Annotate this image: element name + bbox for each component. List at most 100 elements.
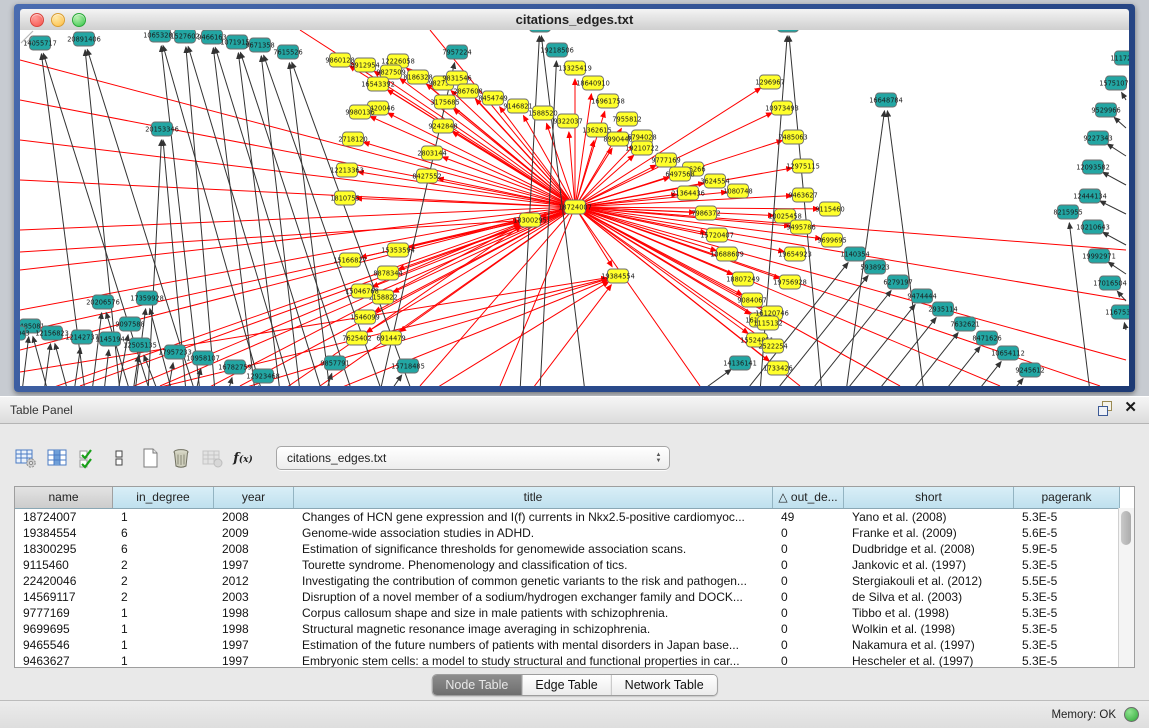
table-mode-icon[interactable] <box>14 446 38 470</box>
graph-node[interactable]: 1810755 <box>330 191 359 205</box>
graph-node[interactable]: 1140354 <box>840 247 869 261</box>
graph-node[interactable]: 12505135 <box>123 338 157 352</box>
graph-node[interactable]: 19218506 <box>540 43 574 57</box>
row-mode-icon[interactable] <box>107 446 131 470</box>
graph-node[interactable]: 17359928 <box>130 291 164 305</box>
table-row[interactable]: 977716911998Corpus callosum shape and si… <box>15 605 1134 621</box>
tab-edge-table[interactable]: Edge Table <box>522 675 611 695</box>
delete-column-icon[interactable] <box>169 446 193 470</box>
graph-node[interactable]: 9474444 <box>907 289 936 303</box>
resize-grip-icon[interactable] <box>20 30 34 44</box>
graph-node[interactable]: 20153346 <box>145 122 179 136</box>
graph-node[interactable]: 3175685 <box>430 95 459 109</box>
table-row[interactable]: 946362711997Embryonic stem cells: a mode… <box>15 653 1134 668</box>
graph-node[interactable]: 9831546 <box>442 71 471 85</box>
column-header-out-de-[interactable]: △ out_de... <box>773 487 844 508</box>
graph-node[interactable]: 16648784 <box>869 93 903 107</box>
table-row[interactable]: 1456911722003Disruption of a novel membe… <box>15 589 1134 605</box>
graph-node[interactable]: 2803144 <box>417 146 446 160</box>
table-row[interactable]: 2242004622012Investigating the contribut… <box>15 573 1134 589</box>
graph-node[interactable]: 1080748 <box>723 184 752 198</box>
table-vertical-scrollbar[interactable] <box>1118 508 1134 667</box>
graph-node[interactable]: 12142737 <box>65 330 99 344</box>
minimize-window-button[interactable] <box>51 13 65 27</box>
graph-node[interactable]: 9242848 <box>428 119 457 133</box>
graph-node[interactable]: 12444134 <box>1073 189 1107 203</box>
graph-node[interactable]: 7485063 <box>778 130 807 144</box>
graph-node[interactable]: 9671358 <box>245 38 274 52</box>
graph-node[interactable]: 14136141 <box>723 356 757 370</box>
graph-node[interactable]: 9463627 <box>788 188 817 202</box>
table-row[interactable]: 1872400712008Changes of HCN gene express… <box>15 509 1134 525</box>
graph-node[interactable]: 2718120 <box>338 132 367 146</box>
new-column-icon[interactable] <box>138 446 162 470</box>
graph-node[interactable]: 1115132 <box>753 316 782 330</box>
graph-node[interactable]: 12093582 <box>1076 160 1110 174</box>
table-select-dropdown[interactable]: citations_edges.txt ▲▼ <box>276 446 670 470</box>
function-builder-icon[interactable]: f(x) <box>231 446 255 470</box>
table-row[interactable]: 969969511998Structural magnetic resonanc… <box>15 621 1134 637</box>
graph-node[interactable]: 9322037 <box>553 114 582 128</box>
tab-network-table[interactable]: Network Table <box>612 675 717 695</box>
graph-node[interactable]: 9699695 <box>817 233 846 247</box>
graph-node[interactable]: 1546099 <box>350 310 379 324</box>
graph-node[interactable]: 11675314 <box>1105 305 1129 319</box>
graph-node[interactable]: 6497568 <box>665 167 694 181</box>
graph-node[interactable]: 2935114 <box>928 302 957 316</box>
graph-node[interactable]: 20891406 <box>67 32 101 46</box>
graph-node[interactable]: 7625402 <box>342 331 371 345</box>
graph-node[interactable]: 2887862 <box>773 30 802 32</box>
graph-node[interactable]: 16961758 <box>591 94 625 108</box>
graph-node[interactable]: 10688609 <box>710 247 744 261</box>
column-header-name[interactable]: name <box>15 487 113 508</box>
graph-node[interactable]: 9245612 <box>1015 363 1044 377</box>
graph-node[interactable]: 9227343 <box>1083 131 1112 145</box>
graph-node[interactable]: 8471626 <box>972 331 1001 345</box>
zoom-window-button[interactable] <box>72 13 86 27</box>
graph-node[interactable]: 9097588 <box>115 317 144 331</box>
float-panel-icon[interactable] <box>1098 401 1112 415</box>
graph-node[interactable]: 7957224 <box>442 45 471 59</box>
graph-node[interactable]: 9115460 <box>815 202 844 216</box>
graph-node[interactable]: 8878344 <box>373 266 402 280</box>
graph-node[interactable]: 1733426 <box>763 361 792 375</box>
graph-node[interactable]: 1527602 <box>170 30 199 43</box>
import-table-icon[interactable] <box>200 446 224 470</box>
graph-node[interactable]: 9857791 <box>320 356 349 370</box>
network-canvas[interactable]: 1872400718300295193845549860128891295412… <box>20 30 1129 386</box>
graph-node[interactable]: 19756928 <box>773 275 807 289</box>
tab-node-table[interactable]: Node Table <box>432 675 522 695</box>
graph-node[interactable]: 17016504 <box>1093 276 1127 290</box>
graph-node[interactable]: 7986372 <box>691 206 720 220</box>
graph-node[interactable]: 5938923 <box>860 260 889 274</box>
graph-node[interactable]: 15751074 <box>1099 76 1129 90</box>
scrollbar-thumb[interactable] <box>1121 511 1131 545</box>
graph-node[interactable]: 1145194 <box>95 332 124 346</box>
show-columns-icon[interactable] <box>45 446 69 470</box>
graph-node[interactable]: 6279197 <box>883 275 912 289</box>
table-row[interactable]: 946554611997Estimation of the future num… <box>15 637 1134 653</box>
graph-node[interactable]: 8912954 <box>350 58 379 72</box>
graph-node[interactable]: 1296967 <box>755 75 784 89</box>
table-row[interactable]: 1938455462009Genome-wide association stu… <box>15 525 1134 541</box>
graph-node[interactable]: 9529966 <box>1091 103 1120 117</box>
graph-node[interactable]: 19992971 <box>1082 249 1116 263</box>
graph-node[interactable]: 13325419 <box>558 61 592 75</box>
graph-node[interactable]: 10654112 <box>991 346 1025 360</box>
graph-node[interactable]: 7955812 <box>612 112 641 126</box>
graph-node[interactable]: 15718485 <box>391 359 425 373</box>
graph-node[interactable]: 8215955 <box>1053 205 1082 219</box>
column-header-title[interactable]: title <box>294 487 773 508</box>
column-header-in-degree[interactable]: in_degree <box>113 487 214 508</box>
graph-node[interactable]: 18640910 <box>576 76 610 90</box>
graph-node[interactable]: 12975115 <box>786 159 820 173</box>
close-panel-icon[interactable]: ✕ <box>1124 401 1137 415</box>
graph-node[interactable]: 6914479 <box>376 331 405 345</box>
graph-node[interactable]: 9495786 <box>786 220 815 234</box>
graph-node[interactable]: 9084067 <box>737 293 766 307</box>
window-titlebar[interactable]: citations_edges.txt <box>20 9 1129 31</box>
column-header-year[interactable]: year <box>214 487 294 508</box>
column-header-short[interactable]: short <box>844 487 1014 508</box>
graph-node[interactable]: 8427552 <box>412 169 441 183</box>
graph-node[interactable]: 1117284 <box>1110 51 1129 65</box>
